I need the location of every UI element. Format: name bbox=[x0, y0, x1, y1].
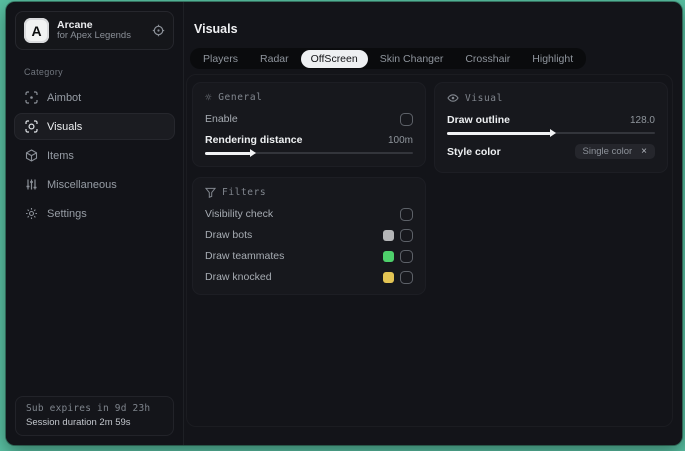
sidebar-item-settings[interactable]: Settings bbox=[14, 200, 175, 227]
visual-panel: Visual Draw outline 128.0 Style color Si… bbox=[434, 82, 668, 173]
app-subtitle: for Apex Legends bbox=[57, 30, 131, 42]
enable-label: Enable bbox=[205, 113, 238, 125]
tab-crosshair[interactable]: Crosshair bbox=[455, 50, 520, 68]
scan-eye-icon bbox=[25, 120, 38, 133]
app-header-card: A Arcane for Apex Legends bbox=[15, 11, 174, 50]
close-icon[interactable]: × bbox=[641, 146, 647, 157]
draw-outline-row: Draw outline 128.0 bbox=[447, 113, 655, 127]
target-icon[interactable] bbox=[152, 24, 165, 37]
gear-icon bbox=[25, 207, 38, 220]
filters-panel-header: Filters bbox=[205, 187, 413, 198]
style-color-select[interactable]: Single color × bbox=[574, 144, 655, 159]
draw-outline-label: Draw outline bbox=[447, 114, 511, 126]
draw-teammates-label: Draw teammates bbox=[205, 250, 285, 262]
general-panel: ☼ General Enable Rendering distance 100m bbox=[192, 82, 426, 167]
funnel-icon bbox=[205, 187, 216, 198]
tab-offscreen[interactable]: OffScreen bbox=[300, 49, 368, 68]
sub-expires-text: Sub expires in 9d 23h bbox=[26, 403, 151, 414]
sidebar-item-aimbot[interactable]: Aimbot bbox=[14, 84, 175, 111]
draw-outline-value: 128.0 bbox=[629, 114, 655, 126]
draw-bots-color-swatch[interactable] bbox=[383, 229, 394, 241]
slider-arrow-thumb[interactable] bbox=[550, 129, 556, 137]
draw-bots-row: Draw bots bbox=[205, 228, 413, 242]
tab-players[interactable]: Players bbox=[193, 50, 248, 68]
general-panel-title: General bbox=[218, 92, 263, 103]
crosshair-icon bbox=[25, 91, 38, 104]
draw-bots-checkbox[interactable] bbox=[400, 228, 413, 242]
slider-arrow-thumb[interactable] bbox=[249, 149, 256, 157]
style-color-label: Style color bbox=[447, 145, 501, 158]
sidebar-item-visuals[interactable]: Visuals bbox=[14, 113, 175, 140]
draw-outline-slider[interactable] bbox=[447, 129, 655, 137]
category-label: Category bbox=[24, 67, 63, 77]
page-title: Visuals bbox=[194, 22, 238, 36]
visibility-check-checkbox[interactable] bbox=[400, 207, 413, 221]
sidebar-item-label: Miscellaneous bbox=[47, 178, 117, 191]
app-meta: Arcane for Apex Legends bbox=[57, 19, 144, 42]
draw-knocked-checkbox[interactable] bbox=[400, 270, 413, 284]
sun-icon: ☼ bbox=[205, 91, 213, 104]
sidebar-item-label: Aimbot bbox=[47, 91, 82, 104]
slider-fill bbox=[447, 129, 556, 137]
sidebar-item-items[interactable]: Items bbox=[14, 142, 175, 169]
app-window: A Arcane for Apex Legends Category Aimbo… bbox=[6, 2, 682, 445]
draw-teammates-checkbox[interactable] bbox=[400, 249, 413, 263]
sidebar: A Arcane for Apex Legends Category Aimbo… bbox=[6, 2, 184, 445]
visibility-check-label: Visibility check bbox=[205, 208, 274, 220]
cube-icon bbox=[25, 149, 38, 162]
session-duration-text: Session duration 2m 59s bbox=[26, 417, 131, 428]
style-color-row: Style color Single color × bbox=[447, 144, 655, 159]
tab-highlight[interactable]: Highlight bbox=[522, 50, 583, 68]
eye-icon bbox=[447, 92, 459, 104]
app-logo: A bbox=[24, 18, 49, 43]
draw-bots-label: Draw bots bbox=[205, 229, 253, 241]
filters-panel: Filters Visibility check Draw bots Draw … bbox=[192, 177, 426, 295]
slider-fill bbox=[205, 149, 256, 157]
rendering-distance-slider[interactable] bbox=[205, 149, 413, 157]
rendering-distance-row: Rendering distance 100m bbox=[205, 133, 413, 147]
sidebar-item-label: Visuals bbox=[47, 120, 83, 133]
draw-knocked-color-swatch[interactable] bbox=[383, 271, 394, 283]
main-content: Visuals Players Radar OffScreen Skin Cha… bbox=[184, 2, 682, 445]
draw-teammates-row: Draw teammates bbox=[205, 249, 413, 263]
enable-row: Enable bbox=[205, 112, 413, 126]
sliders-icon bbox=[25, 178, 38, 191]
draw-knocked-label: Draw knocked bbox=[205, 271, 272, 283]
general-panel-header: ☼ General bbox=[205, 92, 413, 103]
visibility-check-row: Visibility check bbox=[205, 207, 413, 221]
tab-skin-changer[interactable]: Skin Changer bbox=[370, 50, 454, 68]
tab-radar[interactable]: Radar bbox=[250, 50, 299, 68]
draw-teammates-color-swatch[interactable] bbox=[383, 250, 394, 262]
sidebar-item-label: Settings bbox=[47, 207, 87, 220]
rendering-distance-value: 100m bbox=[387, 134, 413, 146]
draw-knocked-row: Draw knocked bbox=[205, 270, 413, 284]
enable-checkbox[interactable] bbox=[400, 112, 413, 126]
rendering-distance-label: Rendering distance bbox=[205, 134, 303, 146]
visual-panel-title: Visual bbox=[465, 92, 503, 104]
visual-panel-header: Visual bbox=[447, 92, 655, 104]
sidebar-nav: Aimbot Visuals Items Miscellaneous Setti… bbox=[6, 83, 183, 228]
sidebar-item-label: Items bbox=[47, 149, 74, 162]
style-color-selected-value: Single color bbox=[582, 146, 633, 157]
sidebar-item-miscellaneous[interactable]: Miscellaneous bbox=[14, 171, 175, 198]
tab-bar: Players Radar OffScreen Skin Changer Cro… bbox=[190, 48, 587, 69]
filters-panel-title: Filters bbox=[222, 187, 267, 198]
subscription-info-card: Sub expires in 9d 23h Session duration 2… bbox=[15, 396, 174, 436]
